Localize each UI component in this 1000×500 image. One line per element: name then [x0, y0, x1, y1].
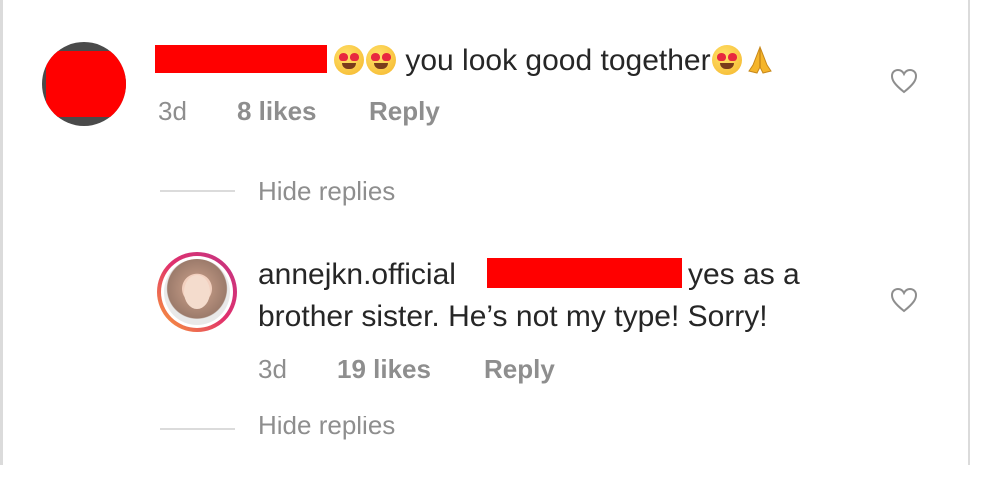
reply-likes[interactable]: 19 likes: [337, 354, 431, 385]
reply-text-line1: yes as a: [688, 258, 800, 291]
redaction-box: [46, 51, 126, 117]
hide-replies-button[interactable]: Hide replies: [258, 416, 395, 440]
comment-age: 3d: [158, 96, 187, 126]
comment-text: you look good together: [405, 44, 711, 77]
comment-reply-button[interactable]: Reply: [369, 96, 440, 127]
hide-replies-line: [160, 428, 235, 430]
heart-eyes-emoji-icon: [334, 45, 364, 75]
hide-replies-line: [160, 190, 235, 192]
heart-eyes-emoji-icon: [366, 45, 396, 75]
reply-text-line2: brother sister. He’s not my type! Sorry!: [258, 300, 768, 333]
reply-age: 3d: [258, 354, 287, 384]
folded-hands-emoji-icon: [747, 45, 773, 75]
right-border: [968, 0, 970, 465]
comment-likes[interactable]: 8 likes: [237, 96, 317, 127]
comment-text-line: you look good together: [333, 42, 773, 80]
left-border: [0, 0, 3, 465]
heart-eyes-emoji-icon: [711, 45, 742, 75]
redacted-mention: [487, 258, 682, 288]
reply-username[interactable]: annejkn.official: [258, 256, 456, 294]
reply-avatar[interactable]: [157, 252, 237, 332]
redacted-username: [155, 45, 327, 73]
commenter-avatar[interactable]: [42, 42, 126, 126]
hide-replies-button[interactable]: Hide replies: [258, 176, 395, 207]
like-heart-icon[interactable]: [889, 285, 919, 315]
profile-photo: [164, 259, 230, 325]
reply-reply-button[interactable]: Reply: [484, 354, 555, 385]
hide-replies-clip: Hide replies: [258, 416, 395, 440]
like-heart-icon[interactable]: [889, 66, 919, 96]
